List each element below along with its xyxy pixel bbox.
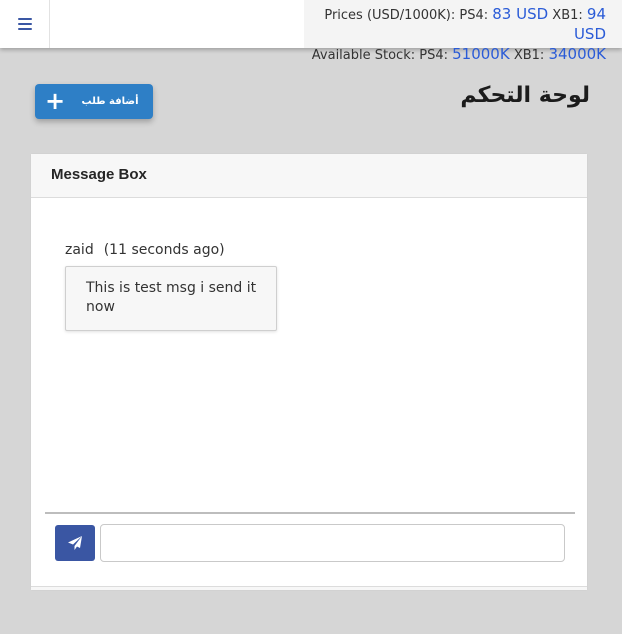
message-bubble: This is test msg i send it now — [65, 266, 277, 331]
stock-line: Available Stock: PS4: 51000K XB1: 34000K — [304, 45, 606, 65]
stats-panel: Prices (USD/1000K): PS4: 83 USD XB1: 94 … — [304, 0, 622, 63]
send-button[interactable] — [55, 525, 95, 561]
xb1-stock-label: XB1: — [509, 48, 549, 63]
ps4-stock-value: 51000K — [452, 45, 510, 63]
xb1-price-label: XB1: — [548, 8, 587, 23]
message-box-card: Message Box zaid (11 seconds ago) This is… — [30, 153, 588, 591]
ps4-stock-label: PS4: — [419, 48, 453, 63]
message-box-title: Message Box — [31, 154, 587, 198]
ps4-price-value: 83 USD — [492, 5, 549, 23]
card-footer — [31, 586, 587, 590]
divider — [45, 512, 575, 514]
message-meta: zaid (11 seconds ago) — [65, 242, 225, 258]
message-input[interactable] — [100, 524, 565, 562]
menu-button[interactable] — [0, 0, 50, 48]
top-bar: Prices (USD/1000K): PS4: 83 USD XB1: 94 … — [0, 0, 622, 63]
message-time: (11 seconds ago) — [103, 242, 225, 258]
add-order-button[interactable]: + أضافة طلب — [35, 84, 153, 119]
ps4-price-label: PS4: — [459, 8, 493, 23]
hamburger-icon — [17, 18, 32, 30]
prices-line: Prices (USD/1000K): PS4: 83 USD XB1: 94 … — [304, 5, 606, 45]
paper-plane-icon — [68, 536, 82, 550]
page-title: لوحة التحكم — [460, 83, 590, 108]
prices-label: Prices (USD/1000K): — [324, 8, 460, 23]
stock-label: Available Stock: — [311, 48, 420, 63]
add-order-label: أضافة طلب — [81, 96, 139, 107]
plus-icon: + — [44, 87, 66, 115]
xb1-stock-value: 34000K — [548, 45, 606, 63]
message-author: zaid — [65, 242, 94, 258]
